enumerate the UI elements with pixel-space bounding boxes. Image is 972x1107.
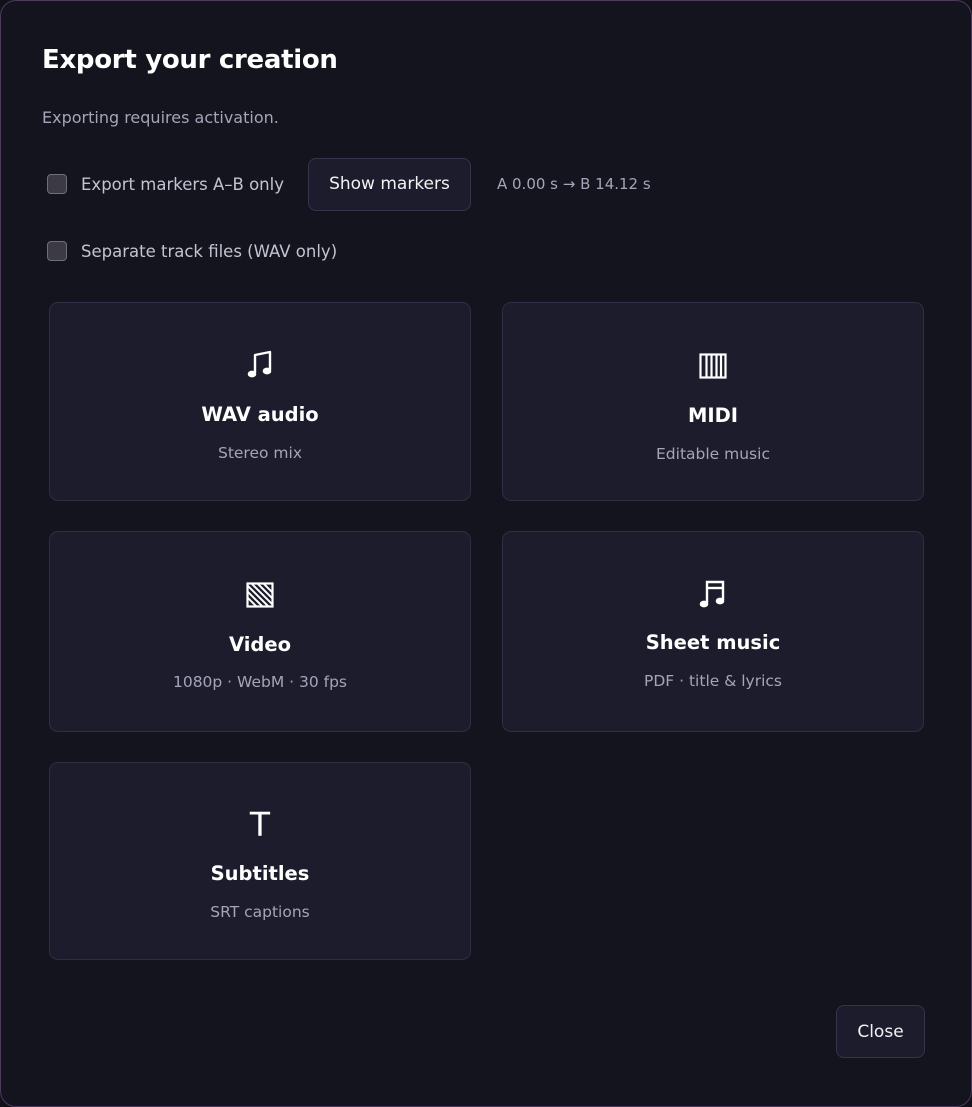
piano-keys-icon [503, 353, 923, 379]
close-button[interactable]: Close [836, 1005, 925, 1058]
export-card-wav[interactable]: WAV audio Stereo mix [49, 302, 471, 501]
card-description: 1080p · WebM · 30 fps [172, 673, 348, 691]
beamed-notes-icon [503, 579, 923, 609]
card-title: Subtitles [210, 862, 310, 885]
export-markers-row: Export markers A–B only Show markers A 0… [47, 157, 651, 211]
card-description: Stereo mix [217, 444, 302, 462]
card-title: Sheet music [645, 631, 781, 654]
card-description: Editable music [656, 445, 770, 463]
separate-tracks-label[interactable]: Separate track files (WAV only) [81, 242, 337, 261]
music-note-icon [50, 350, 470, 380]
marker-range-readout: A 0.00 s → B 14.12 s [496, 175, 651, 193]
export-card-midi[interactable]: MIDI Editable music [502, 302, 924, 501]
export-markers-checkbox[interactable] [47, 174, 67, 194]
text-t-icon: T [249, 805, 271, 844]
show-markers-button[interactable]: Show markers [307, 157, 471, 211]
video-hatch-icon [50, 582, 470, 608]
dialog-subtitle: Exporting requires activation. [42, 108, 279, 127]
card-description: SRT captions [210, 903, 310, 921]
export-card-subtitles[interactable]: T Subtitles SRT captions [49, 762, 471, 960]
export-markers-label[interactable]: Export markers A–B only [81, 175, 284, 194]
card-title: Video [228, 633, 291, 656]
separate-tracks-row: Separate track files (WAV only) [47, 237, 337, 265]
export-card-sheet-music[interactable]: Sheet music PDF · title & lyrics [502, 531, 924, 732]
card-title: WAV audio [201, 403, 319, 426]
separate-tracks-checkbox[interactable] [47, 241, 67, 261]
export-dialog: Export your creation Exporting requires … [0, 0, 972, 1107]
dialog-title: Export your creation [42, 45, 338, 75]
card-description: PDF · title & lyrics [644, 672, 782, 690]
export-card-video[interactable]: Video 1080p · WebM · 30 fps [49, 531, 471, 732]
card-title: MIDI [687, 404, 739, 427]
